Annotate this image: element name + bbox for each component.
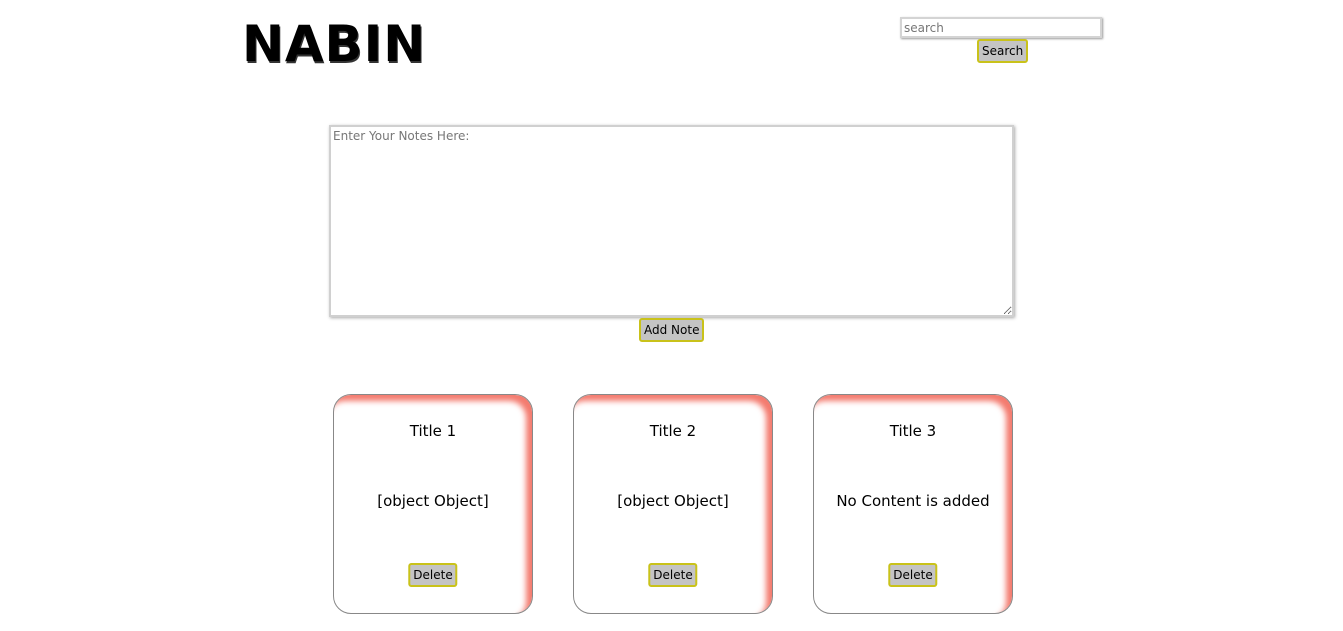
note-content: [object Object] bbox=[617, 492, 729, 510]
delete-note-button[interactable]: Delete bbox=[648, 563, 698, 587]
notes-textarea[interactable] bbox=[329, 125, 1014, 317]
note-card: Title 2 [object Object] Delete bbox=[573, 394, 773, 614]
add-note-button[interactable]: Add Note bbox=[639, 318, 705, 342]
note-content: [object Object] bbox=[377, 492, 489, 510]
note-title: Title 3 bbox=[889, 422, 937, 440]
delete-note-button[interactable]: Delete bbox=[888, 563, 938, 587]
note-card: Title 1 [object Object] Delete bbox=[333, 394, 533, 614]
note-content: No Content is added bbox=[836, 492, 990, 510]
note-card: Title 3 No Content is added Delete bbox=[813, 394, 1013, 614]
delete-note-button[interactable]: Delete bbox=[408, 563, 458, 587]
search-button[interactable]: Search bbox=[977, 39, 1029, 63]
note-title: Title 1 bbox=[409, 422, 457, 440]
search-input[interactable] bbox=[900, 17, 1102, 38]
note-title: Title 2 bbox=[649, 422, 697, 440]
site-logo: NABIN bbox=[242, 15, 427, 73]
